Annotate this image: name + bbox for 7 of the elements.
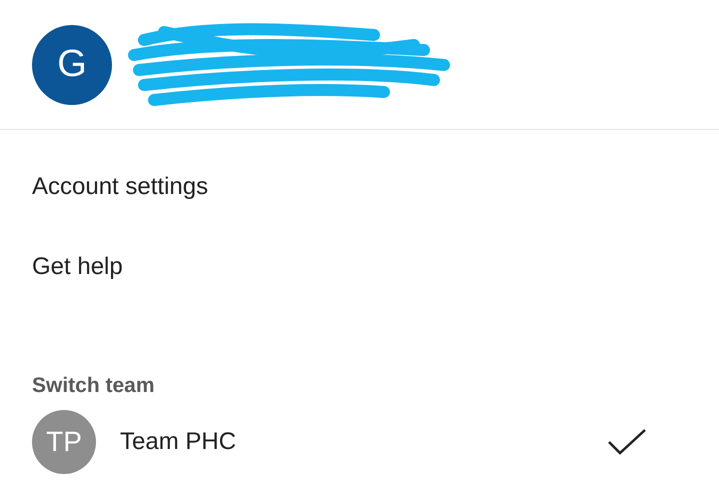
avatar: G	[32, 24, 112, 104]
section-title: Switch team	[32, 373, 155, 399]
team-row[interactable]: TP Team PHC	[32, 402, 687, 480]
team-name: Team PHC	[120, 426, 238, 456]
team-avatar: TP	[32, 410, 96, 474]
menu-item[interactable]: Account settings	[0, 147, 719, 227]
menu-item[interactable]: Get help	[0, 227, 719, 307]
